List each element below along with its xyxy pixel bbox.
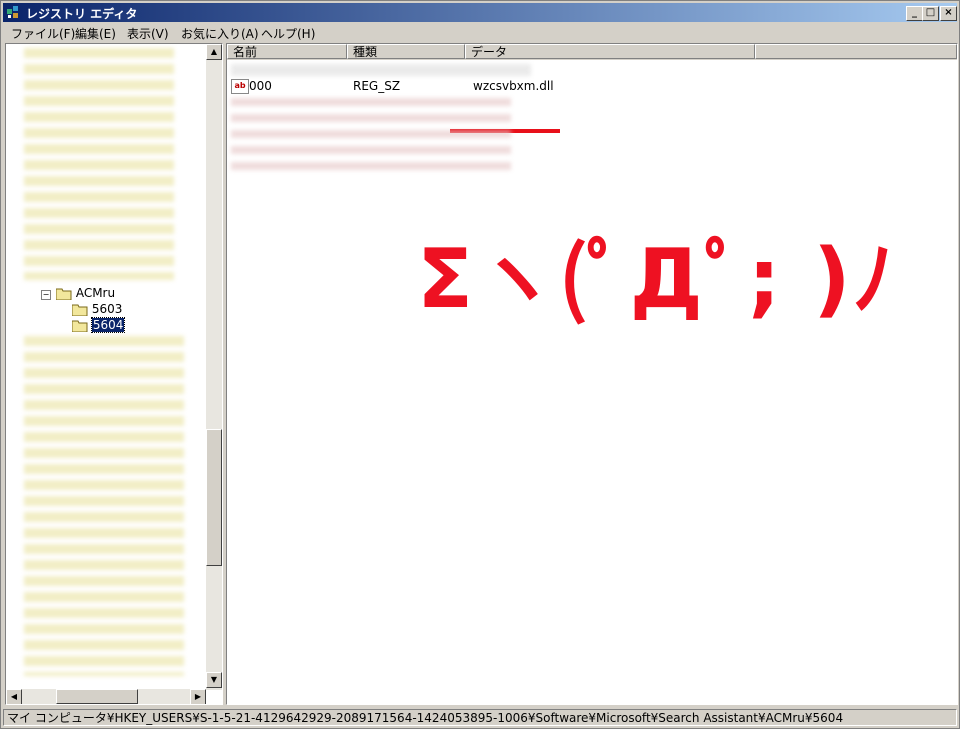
tree-node-5603[interactable]: 5603 (72, 302, 122, 316)
close-button[interactable]: × (940, 6, 957, 21)
folder-open-icon (56, 288, 72, 300)
tree-node-label: 5603 (91, 302, 123, 316)
string-value-icon: ab (231, 79, 249, 94)
column-data-header[interactable]: データ (465, 44, 755, 59)
scroll-thumb[interactable] (206, 429, 222, 566)
folder-icon (72, 304, 88, 316)
tree-vertical-scrollbar[interactable]: ▲ ▼ (206, 44, 222, 690)
obscured-value-rows (231, 98, 511, 178)
scroll-up-button[interactable]: ▲ (206, 44, 222, 60)
minimize-button[interactable]: _ (906, 6, 923, 21)
column-type-header[interactable]: 種類 (347, 44, 465, 59)
obscured-tree-items (24, 336, 184, 676)
menu-help[interactable]: ヘルプ(H) (261, 25, 315, 42)
window-title: レジストリ エディタ (26, 7, 138, 21)
registry-editor-window: レジストリ エディタ _ □ × ファイル(F) 編集(E) 表示(V) お気に… (0, 0, 960, 729)
tree-node-label-selected: 5604 (90, 317, 126, 333)
menu-bar: ファイル(F) 編集(E) 表示(V) お気に入り(A) ヘルプ(H) (3, 23, 957, 41)
collapse-acmru-toggle[interactable]: − (41, 290, 51, 300)
maximize-button[interactable]: □ (922, 6, 939, 21)
registry-tree-pane[interactable]: − ACMru 5603 5604 ▲ ▼ ◀ ▶ (5, 43, 223, 705)
menu-edit[interactable]: 編集(E) (75, 25, 116, 42)
tree-node-5604[interactable]: 5604 (72, 317, 126, 333)
tree-horizontal-scrollbar[interactable]: ◀ ▶ (6, 689, 206, 704)
registry-values-pane[interactable]: 名前 種類 データ ab 000 REG_SZ wzcsvbxm.dll Σヽ(… (226, 43, 958, 705)
obscured-tree-items (24, 48, 174, 280)
folder-open-icon (72, 320, 88, 332)
scroll-right-button[interactable]: ▶ (190, 689, 206, 704)
menu-favorites[interactable]: お気に入り(A) (181, 25, 259, 42)
column-filler-header (755, 44, 957, 59)
list-header: 名前 種類 データ (227, 44, 957, 60)
value-data: wzcsvbxm.dll (473, 79, 554, 93)
menu-view[interactable]: 表示(V) (127, 25, 169, 42)
title-bar[interactable]: レジストリ エディタ _ □ × (3, 3, 957, 22)
obscured-value-row (231, 64, 531, 76)
overlay-kaomoji: Σヽ(ﾟДﾟ; )ﾉ (417, 232, 896, 327)
value-row[interactable]: ab 000 REG_SZ wzcsvbxm.dll (227, 78, 957, 133)
menu-file[interactable]: ファイル(F) (11, 25, 75, 42)
column-name-header[interactable]: 名前 (227, 44, 347, 59)
scroll-left-button[interactable]: ◀ (6, 689, 22, 704)
hscroll-thumb[interactable] (56, 689, 138, 704)
value-name: 000 (249, 79, 272, 93)
registry-app-icon (7, 6, 18, 18)
scroll-down-button[interactable]: ▼ (206, 672, 222, 688)
tree-node-acmru[interactable]: ACMru (56, 286, 115, 300)
tree-node-label: ACMru (75, 286, 116, 300)
status-bar: マイ コンピュータ¥HKEY_USERS¥S-1-5-21-4129642929… (3, 709, 957, 726)
value-type: REG_SZ (353, 79, 401, 93)
